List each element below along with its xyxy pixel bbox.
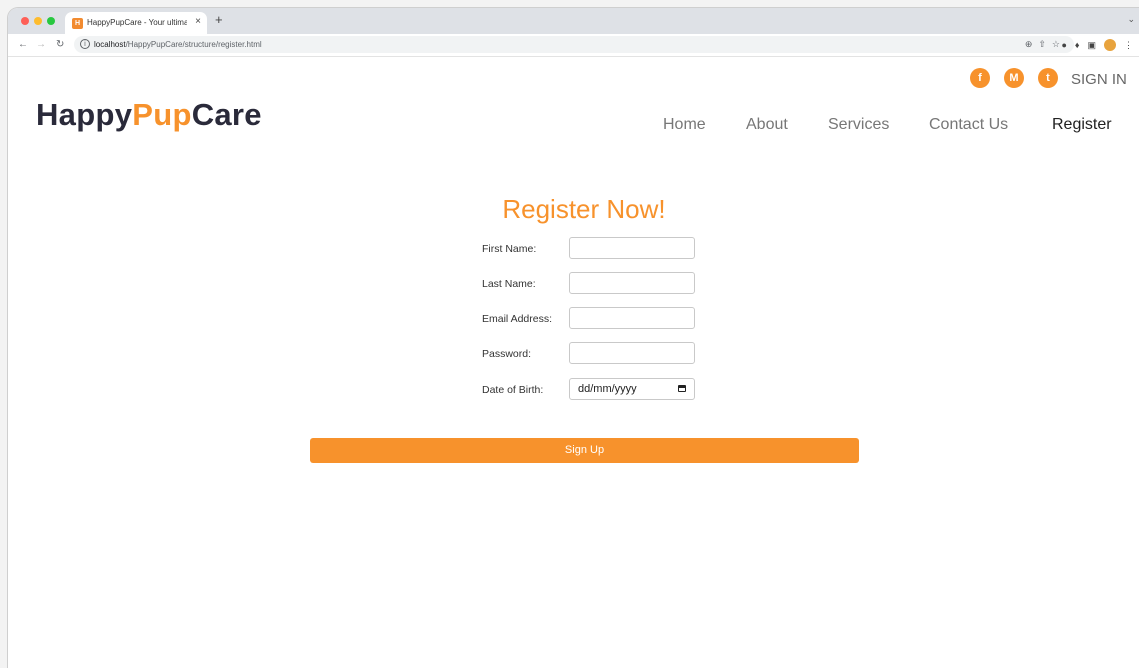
twitter-icon[interactable]: t — [1038, 68, 1058, 88]
gmail-icon[interactable]: M — [1004, 68, 1024, 88]
logo-pup: Pup — [132, 97, 192, 132]
tab-strip: H HappyPupCare - Your ultimate × + ⌄ — [8, 8, 1139, 34]
new-tab-button[interactable]: + — [215, 13, 223, 27]
facebook-icon[interactable]: f — [970, 68, 990, 88]
nav-register[interactable]: Register — [1052, 115, 1112, 135]
maximize-window-button[interactable] — [47, 17, 55, 25]
forward-arrow-icon[interactable]: → — [36, 38, 46, 52]
nav-about[interactable]: About — [746, 115, 788, 135]
minimize-window-button[interactable] — [34, 17, 42, 25]
url-host: localhost — [94, 40, 126, 49]
share-icon[interactable]: ⇧ — [1038, 39, 1052, 49]
reload-icon[interactable]: ↻ — [56, 38, 64, 52]
logo-happy: Happy — [36, 97, 133, 132]
last-name-field[interactable] — [569, 272, 695, 294]
omnibox-actions: ⊕⇧☆ — [1025, 37, 1066, 52]
profile-avatar[interactable] — [1104, 39, 1116, 51]
puzzle-icon[interactable]: ♦ — [1075, 40, 1080, 50]
logo-care: Care — [191, 97, 262, 132]
tab-search-chevron-icon[interactable]: ⌄ — [1127, 14, 1135, 25]
back-arrow-icon[interactable]: ← — [18, 38, 28, 52]
nav-home[interactable]: Home — [663, 115, 706, 135]
menu-kebab-icon[interactable]: ⋮ — [1124, 40, 1133, 51]
extension-icon[interactable]: ● — [1061, 40, 1066, 50]
first-name-field[interactable] — [569, 237, 695, 259]
site-info-icon[interactable]: i — [80, 39, 90, 49]
email-label: Email Address: — [482, 313, 553, 325]
nav-services[interactable]: Services — [828, 115, 889, 135]
close-window-button[interactable] — [21, 17, 29, 25]
last-name-label: Last Name: — [482, 278, 536, 290]
browser-window: H HappyPupCare - Your ultimate × + ⌄ ← →… — [8, 8, 1139, 668]
extensions-area: ● ♦ ▣ ⋮ — [1061, 37, 1133, 53]
password-label: Password: — [482, 348, 532, 360]
side-panel-icon[interactable]: ▣ — [1087, 40, 1096, 51]
browser-tab[interactable]: H HappyPupCare - Your ultimate × — [65, 12, 207, 34]
favicon-icon: H — [72, 18, 83, 29]
zoom-icon[interactable]: ⊕ — [1025, 39, 1039, 49]
first-name-label: First Name: — [482, 243, 537, 255]
sign-in-link[interactable]: SIGN IN — [1071, 71, 1127, 89]
dob-field[interactable]: dd/mm/yyyy — [569, 378, 695, 400]
site-logo[interactable]: HappyPupCare — [36, 96, 262, 134]
calendar-icon[interactable] — [678, 385, 686, 392]
password-field[interactable] — [569, 342, 695, 364]
tab-close-icon[interactable]: × — [195, 16, 201, 28]
dob-label: Date of Birth: — [482, 384, 544, 396]
page-title: Register Now! — [502, 194, 666, 224]
sign-up-button[interactable]: Sign Up — [310, 438, 859, 463]
url-path: /HappyPupCare/structure/register.html — [125, 40, 262, 49]
browser-toolbar: ← → ↻ i localhost/HappyPupCare/structure… — [8, 34, 1139, 57]
url-text[interactable]: localhost/HappyPupCare/structure/registe… — [94, 38, 262, 51]
email-field[interactable] — [569, 307, 695, 329]
nav-contact-us[interactable]: Contact Us — [929, 115, 1008, 135]
page-content: f M t SIGN IN HappyPupCare Home About Se… — [8, 57, 1139, 668]
tab-title: HappyPupCare - Your ultimate — [87, 18, 187, 27]
address-bar[interactable]: i localhost/HappyPupCare/structure/regis… — [74, 36, 1074, 53]
dob-placeholder: dd/mm/yyyy — [578, 383, 637, 395]
